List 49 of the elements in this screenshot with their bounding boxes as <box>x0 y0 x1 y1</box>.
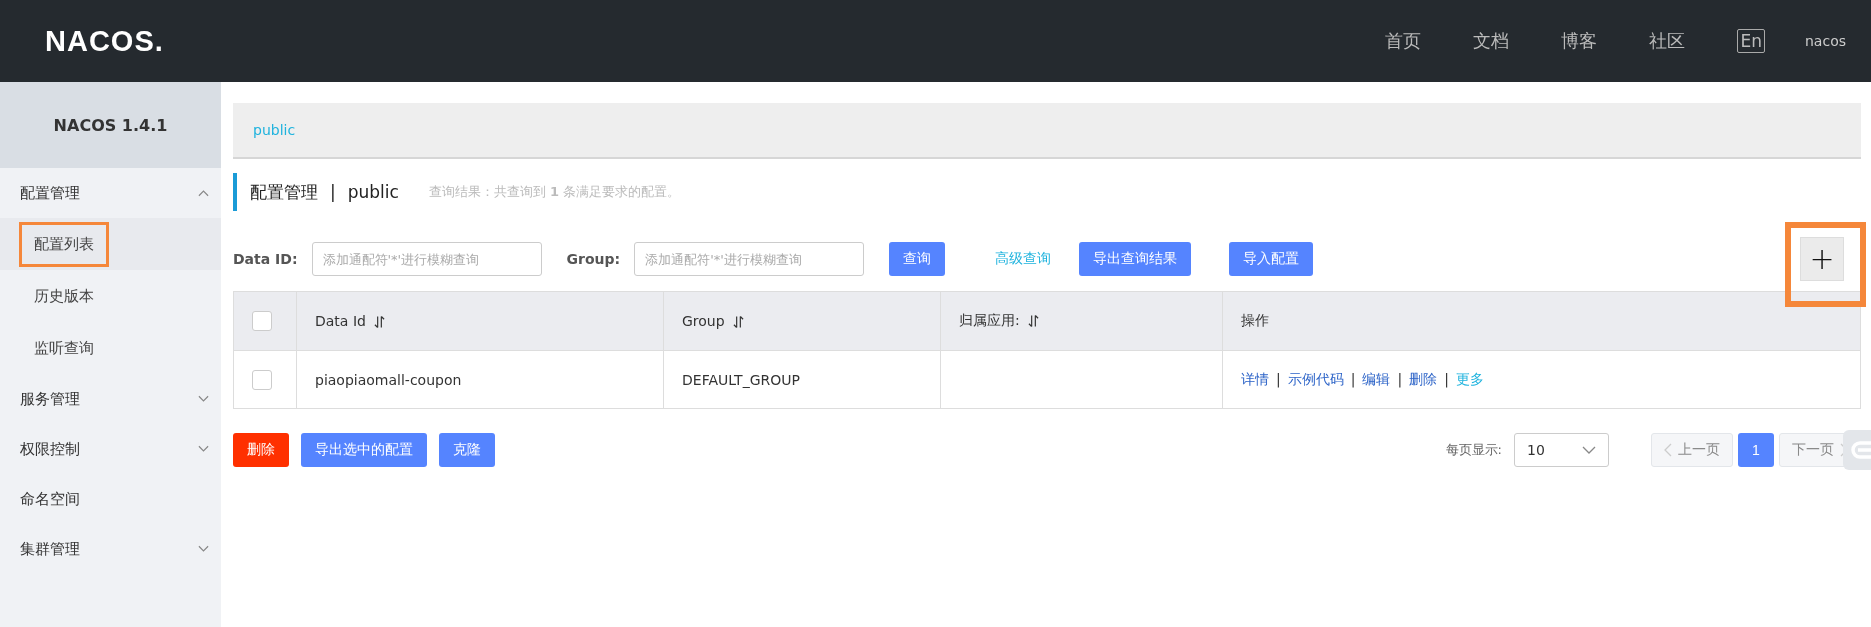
chevron-left-icon <box>1664 443 1672 457</box>
filter-label: Group: <box>566 251 621 267</box>
title-separator: | <box>330 182 336 202</box>
language-button[interactable]: En <box>1737 29 1765 53</box>
action-separator: | <box>1397 370 1403 387</box>
table-cell: piaopiaomall-coupon <box>315 371 462 388</box>
table-cell: DEFAULT_GROUP <box>682 371 800 388</box>
sort-icon[interactable] <box>732 315 744 329</box>
column-header[interactable]: 操作 <box>1241 312 1269 328</box>
action-link[interactable]: 删除 <box>1409 370 1438 387</box>
user-name[interactable]: nacos <box>1805 33 1846 49</box>
column-header[interactable]: Group <box>682 313 725 329</box>
sidebar-title: NACOS 1.4.1 <box>0 82 221 168</box>
add-button[interactable]: + <box>1800 237 1844 281</box>
page-size-label: 每页显示: <box>1445 441 1502 459</box>
checkbox[interactable] <box>252 369 272 390</box>
nav-link[interactable]: 文档 <box>1473 29 1510 53</box>
action-separator: | <box>1444 370 1449 387</box>
menu-item[interactable]: 权限控制 <box>0 424 221 474</box>
sort-icon[interactable] <box>373 315 385 329</box>
menu-item[interactable]: 集群管理 <box>0 524 221 574</box>
search-field[interactable]: 添加通配符'*'进行模糊查询 <box>634 242 865 276</box>
column-header[interactable]: Data Id <box>315 313 366 329</box>
submenu-item[interactable]: 历史版本 <box>19 273 109 319</box>
column-header[interactable]: 归属应用: <box>959 312 1020 328</box>
chevron-down-icon <box>1582 446 1596 454</box>
namespace-name: public <box>347 182 399 202</box>
bulk-action-button[interactable]: 删除 <box>233 433 289 467</box>
action-link[interactable]: 示例代码 <box>1287 370 1344 387</box>
action-separator: | <box>1276 370 1281 387</box>
search-field[interactable]: 添加通配符'*'进行模糊查询 <box>311 242 542 276</box>
submenu-item[interactable]: 配置列表 <box>19 221 109 267</box>
action-separator: | <box>1350 370 1356 387</box>
nav-link[interactable]: 社区 <box>1649 29 1686 53</box>
submenu-item[interactable]: 监听查询 <box>19 325 109 371</box>
logo[interactable]: NACOS. <box>45 24 164 58</box>
menu-item[interactable]: 服务管理 <box>0 374 221 424</box>
nav-link[interactable]: 博客 <box>1561 29 1598 53</box>
result-summary: 查询结果：共查询到 1 条满足要求的配置。 <box>428 183 681 201</box>
checkbox[interactable] <box>252 311 272 331</box>
page-size-select[interactable]: 10 <box>1514 433 1609 467</box>
menu-item[interactable]: 配置管理 <box>0 168 221 218</box>
action-link[interactable]: 详情 <box>1241 370 1269 387</box>
menu-item[interactable]: 命名空间 <box>0 474 221 524</box>
action-link[interactable]: 编辑 <box>1362 370 1391 387</box>
sort-icon[interactable] <box>1027 314 1039 328</box>
filter-label: Data ID: <box>233 251 298 267</box>
title-text: 配置管理 <box>250 180 318 204</box>
nav-link[interactable]: 首页 <box>1385 29 1422 53</box>
